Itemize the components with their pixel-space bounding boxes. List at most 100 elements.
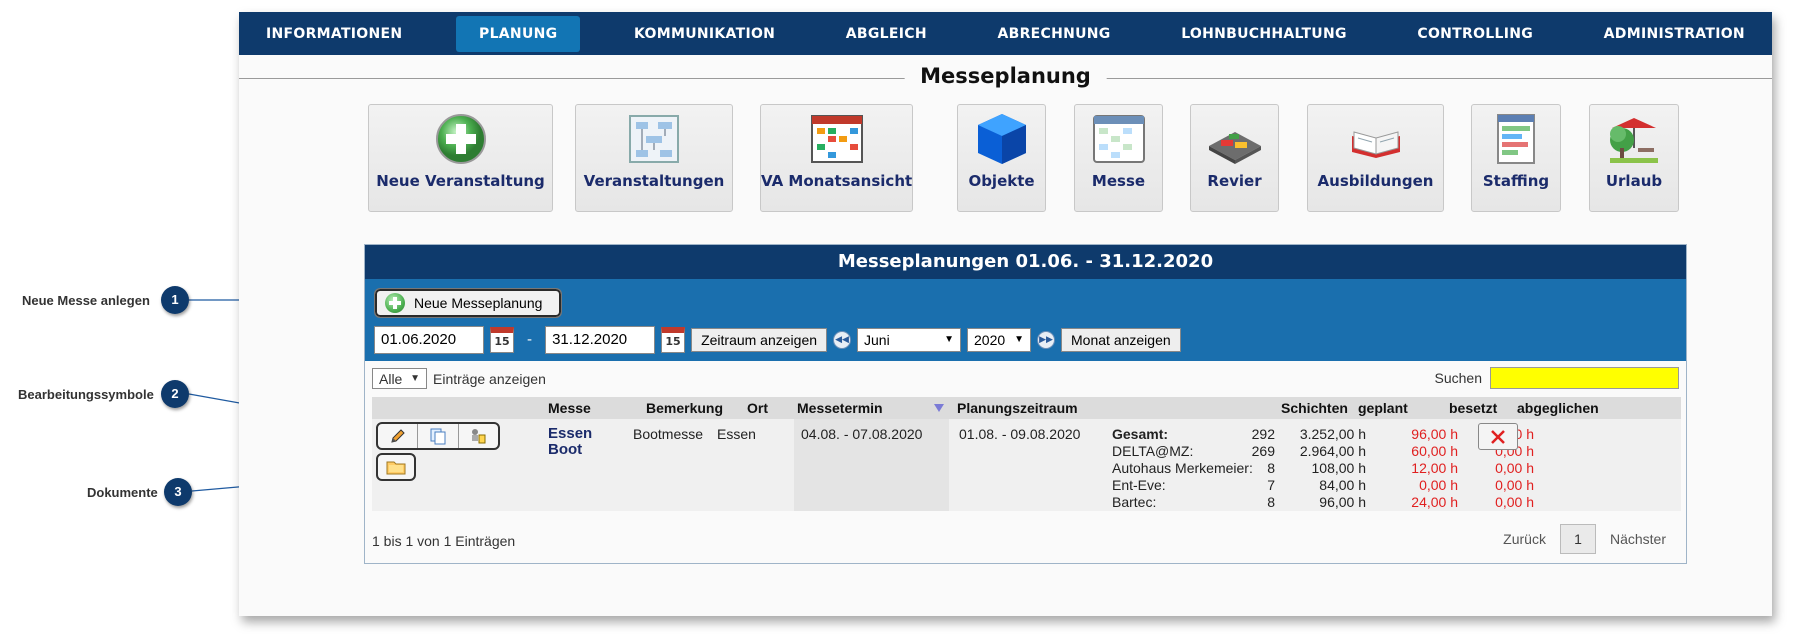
tile-veranstaltungen[interactable]: Veranstaltungen — [575, 104, 733, 212]
breakdown-besetzt: 60,00 h — [1411, 443, 1458, 459]
month-select[interactable]: Juni ▼ — [857, 328, 962, 352]
header-besetzt[interactable]: besetzt — [1449, 400, 1497, 416]
tile-ausbildungen[interactable]: Ausbildungen — [1307, 104, 1444, 212]
search-input[interactable] — [1490, 367, 1679, 389]
next-month-icon[interactable]: ▶▶ — [1037, 331, 1056, 349]
header-abgeglichen[interactable]: abgeglichen — [1517, 400, 1599, 416]
breakdown-name: Gesamt: — [1112, 426, 1169, 442]
tile-staffing[interactable]: Staffing — [1471, 104, 1561, 212]
breakdown-block: Gesamt: 292 3.252,00 h 96,00 h 0,00 h DE… — [1112, 426, 1597, 511]
pager-prev[interactable]: Zurück — [1503, 531, 1546, 547]
breakdown-abgeglichen: 0,00 h — [1495, 477, 1534, 493]
header-geplant[interactable]: geplant — [1358, 400, 1408, 416]
callout-label-1: Neue Messe anlegen — [22, 293, 150, 308]
search-control: Suchen — [1435, 367, 1679, 389]
pagination: Zurück 1 Nächster — [1503, 524, 1666, 554]
tile-messe[interactable]: Messe — [1074, 104, 1163, 212]
tile-label: Ausbildungen — [1317, 172, 1434, 190]
header-ort[interactable]: Ort — [747, 400, 768, 416]
pager-next[interactable]: Nächster — [1610, 531, 1666, 547]
show-month-button[interactable]: Monat anzeigen — [1061, 328, 1181, 352]
add-icon — [385, 293, 405, 313]
messe-link[interactable]: Essen Boot — [548, 426, 592, 458]
date-to-input[interactable]: 31.12.2020 — [545, 326, 656, 354]
callout-badge-3: 3 — [164, 478, 192, 506]
calendar-icon[interactable]: 15 — [661, 327, 686, 353]
messeplanung-panel: Messeplanungen 01.06. - 31.12.2020 Neue … — [364, 244, 1687, 564]
breakdown-schichten: 8 — [1267, 460, 1275, 476]
cell-messetermin: 04.08. - 07.08.2020 — [801, 426, 923, 442]
cube-icon — [974, 112, 1030, 166]
breakdown-schichten: 269 — [1251, 443, 1275, 459]
breakdown-geplant: 108,00 h — [1311, 460, 1367, 476]
page-title-bar: Messeplanung — [239, 60, 1772, 98]
breakdown-geplant: 84,00 h — [1319, 477, 1366, 493]
tile-label: Veranstaltungen — [583, 172, 725, 190]
pager-page-1[interactable]: 1 — [1559, 524, 1596, 554]
previous-month-icon[interactable]: ◀◀ — [833, 331, 852, 349]
search-label: Suchen — [1434, 370, 1482, 386]
nav-abgleich[interactable]: ABGLEICH — [829, 16, 944, 52]
entries-select[interactable]: Alle ▼ — [372, 368, 427, 389]
assign-staff-icon[interactable] — [459, 424, 498, 448]
breakdown-abgeglichen: 0,00 h — [1495, 460, 1534, 476]
show-range-button[interactable]: Zeitraum anzeigen — [691, 328, 828, 352]
app-window: INFORMATIONEN PLANUNG KOMMUNIKATION ABGL… — [239, 12, 1772, 616]
entries-label: Einträge anzeigen — [433, 370, 546, 387]
panel-title: Messeplanungen 01.06. - 31.12.2020 — [365, 245, 1686, 279]
entries-control: Alle ▼ Einträge anzeigen — [372, 368, 546, 389]
breakdown-besetzt: 0,00 h — [1419, 477, 1458, 493]
messe-name-line2: Boot — [548, 441, 583, 458]
breakdown-row: DELTA@MZ: 269 2.964,00 h 60,00 h 0,00 h — [1112, 443, 1597, 460]
calendar-icon[interactable]: 15 — [490, 327, 514, 353]
date-separator: - — [527, 332, 533, 348]
date-range-controls: 01.06.2020 15 - 31.12.2020 15 Zeitraum a… — [374, 326, 1181, 354]
close-icon — [1491, 429, 1505, 444]
module-tiles: Neue Veranstaltung Veranstaltungen VA Mo… — [239, 104, 1772, 214]
breakdown-row: Autohaus Merkemeier: 8 108,00 h 12,00 h … — [1112, 460, 1597, 477]
callout-badge-1: 1 — [161, 286, 189, 314]
copy-icon[interactable] — [418, 424, 459, 448]
edit-pencil-icon[interactable] — [378, 424, 419, 448]
breakdown-besetzt: 12,00 h — [1411, 460, 1458, 476]
tile-revier[interactable]: Revier — [1190, 104, 1279, 212]
top-navigation: INFORMATIONEN PLANUNG KOMMUNIKATION ABGL… — [239, 12, 1772, 55]
tile-label: Revier — [1207, 172, 1262, 190]
delete-button[interactable] — [1478, 423, 1518, 450]
table-filter-bar: Alle ▼ Einträge anzeigen Suchen — [365, 361, 1686, 397]
nav-informationen[interactable]: INFORMATIONEN — [249, 16, 419, 52]
nav-kommunikation[interactable]: KOMMUNIKATION — [617, 16, 792, 52]
header-messe[interactable]: Messe — [548, 400, 591, 416]
tile-urlaub[interactable]: Urlaub — [1589, 104, 1679, 212]
chevron-down-icon: ▼ — [944, 334, 955, 345]
panel-toolbar: Neue Messeplanung 01.06.2020 15 - 31.12.… — [365, 279, 1686, 361]
map-cars-icon — [1207, 112, 1263, 166]
nav-planung[interactable]: PLANUNG — [456, 15, 581, 52]
calendar-grid-icon — [809, 112, 865, 166]
year-select[interactable]: 2020 ▼ — [967, 328, 1032, 352]
staffing-chart-icon — [1488, 112, 1544, 166]
documents-folder-icon[interactable] — [376, 453, 416, 481]
breakdown-besetzt: 24,00 h — [1411, 494, 1458, 510]
nav-lohnbuchhaltung[interactable]: LOHNBUCHHALTUNG — [1164, 16, 1364, 52]
tile-neue-veranstaltung[interactable]: Neue Veranstaltung — [368, 104, 553, 212]
header-messetermin[interactable]: Messetermin — [797, 400, 883, 416]
header-planungszeitraum[interactable]: Planungszeitraum — [957, 400, 1078, 416]
nav-administration[interactable]: ADMINISTRATION — [1587, 16, 1762, 52]
breakdown-schichten: 8 — [1267, 494, 1275, 510]
callout-label-3: Dokumente — [87, 485, 158, 500]
header-bemerkung[interactable]: Bemerkung — [646, 400, 723, 416]
tile-objekte[interactable]: Objekte — [957, 104, 1046, 212]
header-schichten[interactable]: Schichten — [1281, 400, 1348, 416]
edit-icons-group — [376, 422, 500, 450]
new-messeplanung-button[interactable]: Neue Messeplanung — [374, 288, 562, 318]
breakdown-name: Ent-Eve: — [1112, 477, 1166, 493]
nav-abrechnung[interactable]: ABRECHNUNG — [980, 16, 1127, 52]
nav-controlling[interactable]: CONTROLLING — [1400, 16, 1550, 52]
breakdown-name: Autohaus Merkemeier: — [1112, 460, 1253, 476]
table-row: Essen Boot Bootmesse Essen 04.08. - 07.0… — [372, 419, 1681, 511]
tile-va-monatsansicht[interactable]: VA Monatsansicht — [760, 104, 913, 212]
schedule-icon — [1091, 112, 1147, 166]
add-icon — [433, 112, 489, 166]
date-from-input[interactable]: 01.06.2020 — [374, 326, 484, 354]
